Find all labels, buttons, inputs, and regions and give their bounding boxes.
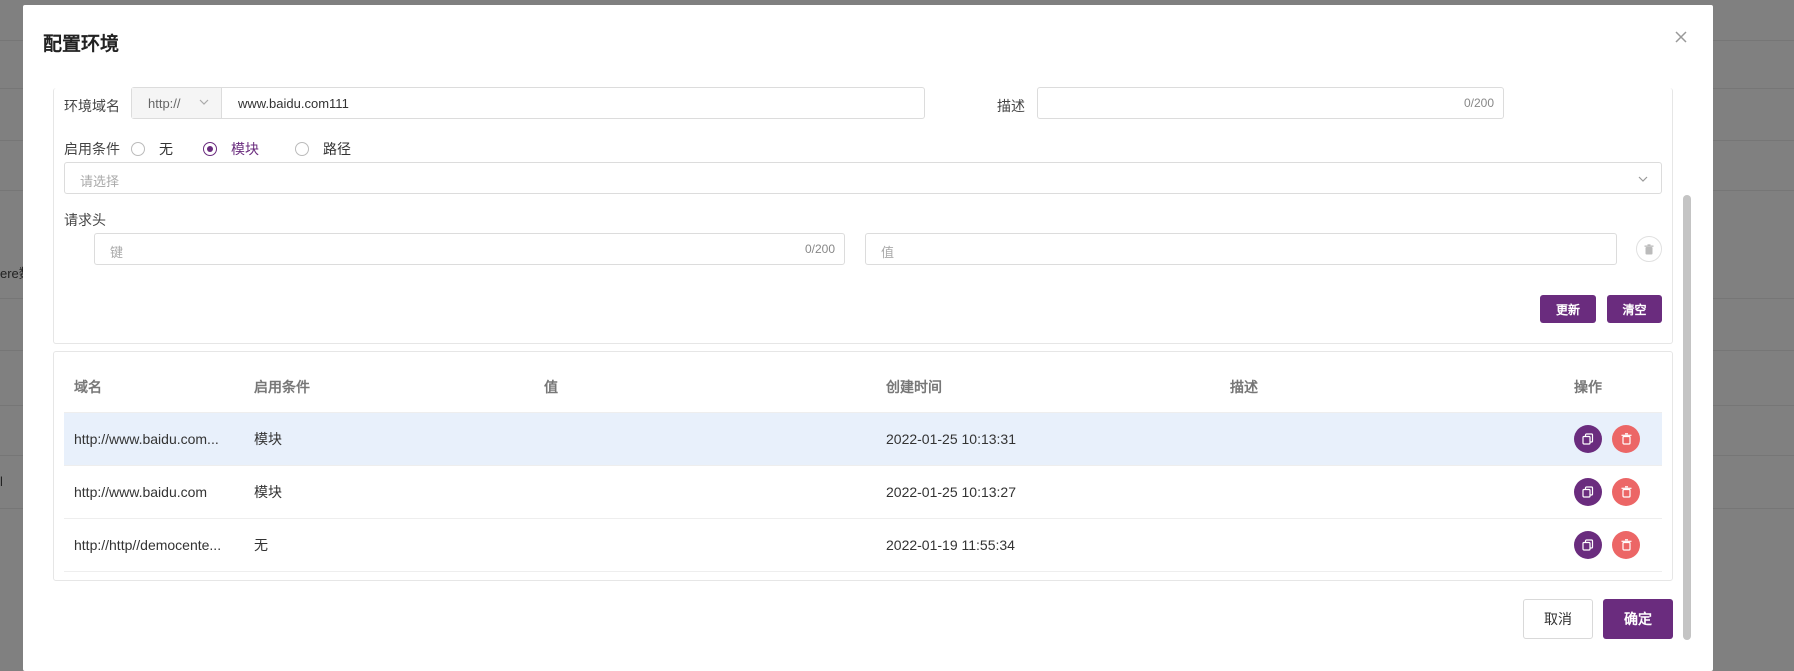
value-placeholder: 值 [881, 245, 895, 260]
background-text-fragment: l [0, 474, 3, 489]
table-row[interactable]: http://www.baidu.com... 模块 2022-01-25 10… [64, 412, 1662, 466]
environment-form-panel: 环境域名 http:// www.baidu.com111 描述 0/200 启… [53, 87, 1673, 344]
radio-none[interactable]: 无 [131, 139, 173, 159]
domain-input-group: http:// www.baidu.com111 [131, 87, 925, 119]
cell-description [1220, 465, 1564, 519]
column-header: 操作 [1564, 362, 1662, 413]
cell-created: 2022-01-25 10:13:27 [876, 465, 1220, 519]
scrollbar-thumb[interactable] [1683, 195, 1691, 640]
delete-header-button[interactable] [1636, 236, 1662, 262]
header-value-input[interactable]: 值 [865, 233, 1617, 265]
protocol-value: http:// [148, 95, 181, 111]
cell-created: 2022-01-19 11:55:34 [876, 518, 1220, 572]
copy-icon [1582, 485, 1594, 498]
table-row[interactable]: http://www.baidu.com 模块 2022-01-25 10:13… [64, 465, 1662, 519]
dialog-scrollbar[interactable] [1683, 195, 1691, 640]
description-counter: 0/200 [1463, 96, 1494, 110]
chevron-down-icon [199, 99, 209, 105]
radio-circle-icon [131, 142, 145, 156]
environment-table: 域名 启用条件 值 创建时间 描述 操作 http://www.baidu.co… [64, 362, 1662, 572]
description-input[interactable]: 0/200 [1037, 87, 1504, 119]
radio-label: 路径 [323, 141, 351, 157]
key-placeholder: 键 [110, 245, 124, 260]
trash-icon [1621, 538, 1631, 551]
copy-icon [1582, 538, 1594, 551]
table-row[interactable]: http://http//democente... 无 2022-01-19 1… [64, 518, 1662, 572]
copy-button[interactable] [1574, 530, 1602, 559]
cell-created: 2022-01-25 10:13:31 [876, 412, 1220, 466]
module-select[interactable]: 请选择 [64, 162, 1662, 194]
radio-path[interactable]: 路径 [295, 139, 351, 159]
clear-button[interactable]: 清空 [1607, 295, 1662, 323]
close-icon[interactable] [1669, 25, 1693, 49]
cell-value [534, 465, 876, 519]
radio-label: 无 [159, 141, 173, 157]
cell-description [1220, 518, 1564, 572]
cell-actions [1564, 518, 1662, 572]
trash-icon [1621, 485, 1631, 498]
confirm-button[interactable]: 确定 [1603, 599, 1673, 639]
dialog-title: 配置环境 [43, 34, 120, 55]
column-header: 创建时间 [876, 362, 1220, 413]
update-button[interactable]: 更新 [1540, 295, 1596, 323]
radio-checked-icon [203, 142, 217, 156]
cell-domain: http://www.baidu.com... [64, 412, 244, 466]
description-label: 描述 [997, 98, 1025, 114]
chevron-down-icon [1638, 176, 1648, 182]
copy-icon [1582, 432, 1594, 445]
cell-condition: 模块 [244, 465, 534, 519]
cell-domain: http://www.baidu.com [64, 465, 244, 519]
trash-icon [1621, 432, 1631, 445]
condition-label: 启用条件 [64, 141, 120, 157]
protocol-select[interactable]: http:// [132, 88, 222, 118]
radio-module[interactable]: 模块 [203, 139, 259, 159]
column-header: 启用条件 [244, 362, 534, 413]
copy-button[interactable] [1574, 477, 1602, 506]
radio-label: 模块 [231, 141, 259, 157]
environment-table-panel: 域名 启用条件 值 创建时间 描述 操作 http://www.baidu.co… [53, 351, 1673, 581]
cell-actions [1564, 412, 1662, 466]
column-header: 描述 [1220, 362, 1564, 413]
request-header-label: 请求头 [64, 212, 106, 228]
cell-condition: 模块 [244, 412, 534, 466]
config-environment-dialog: 配置环境 环境域名 http:// www.baidu.com111 描述 0/… [23, 5, 1713, 671]
domain-input[interactable]: www.baidu.com111 [238, 96, 349, 111]
table-header-row: 域名 启用条件 值 创建时间 描述 操作 [64, 362, 1662, 413]
cell-description [1220, 412, 1564, 466]
delete-button[interactable] [1612, 424, 1640, 453]
delete-button[interactable] [1612, 477, 1640, 506]
cell-domain: http://http//democente... [64, 518, 244, 572]
column-header: 域名 [64, 362, 244, 413]
column-header: 值 [534, 362, 876, 413]
delete-button[interactable] [1612, 530, 1640, 559]
copy-button[interactable] [1574, 424, 1602, 453]
cell-value [534, 412, 876, 466]
cell-actions [1564, 465, 1662, 519]
radio-circle-icon [295, 142, 309, 156]
condition-radio-group: 无 模块 路径 [131, 139, 379, 159]
cell-value [534, 518, 876, 572]
cancel-button[interactable]: 取消 [1523, 599, 1593, 639]
select-placeholder: 请选择 [80, 174, 120, 189]
cell-condition: 无 [244, 518, 534, 572]
trash-icon [1644, 243, 1654, 254]
domain-label: 环境域名 [64, 98, 120, 114]
header-key-input[interactable]: 键 0/200 [94, 233, 845, 265]
key-counter: 0/200 [804, 242, 835, 256]
